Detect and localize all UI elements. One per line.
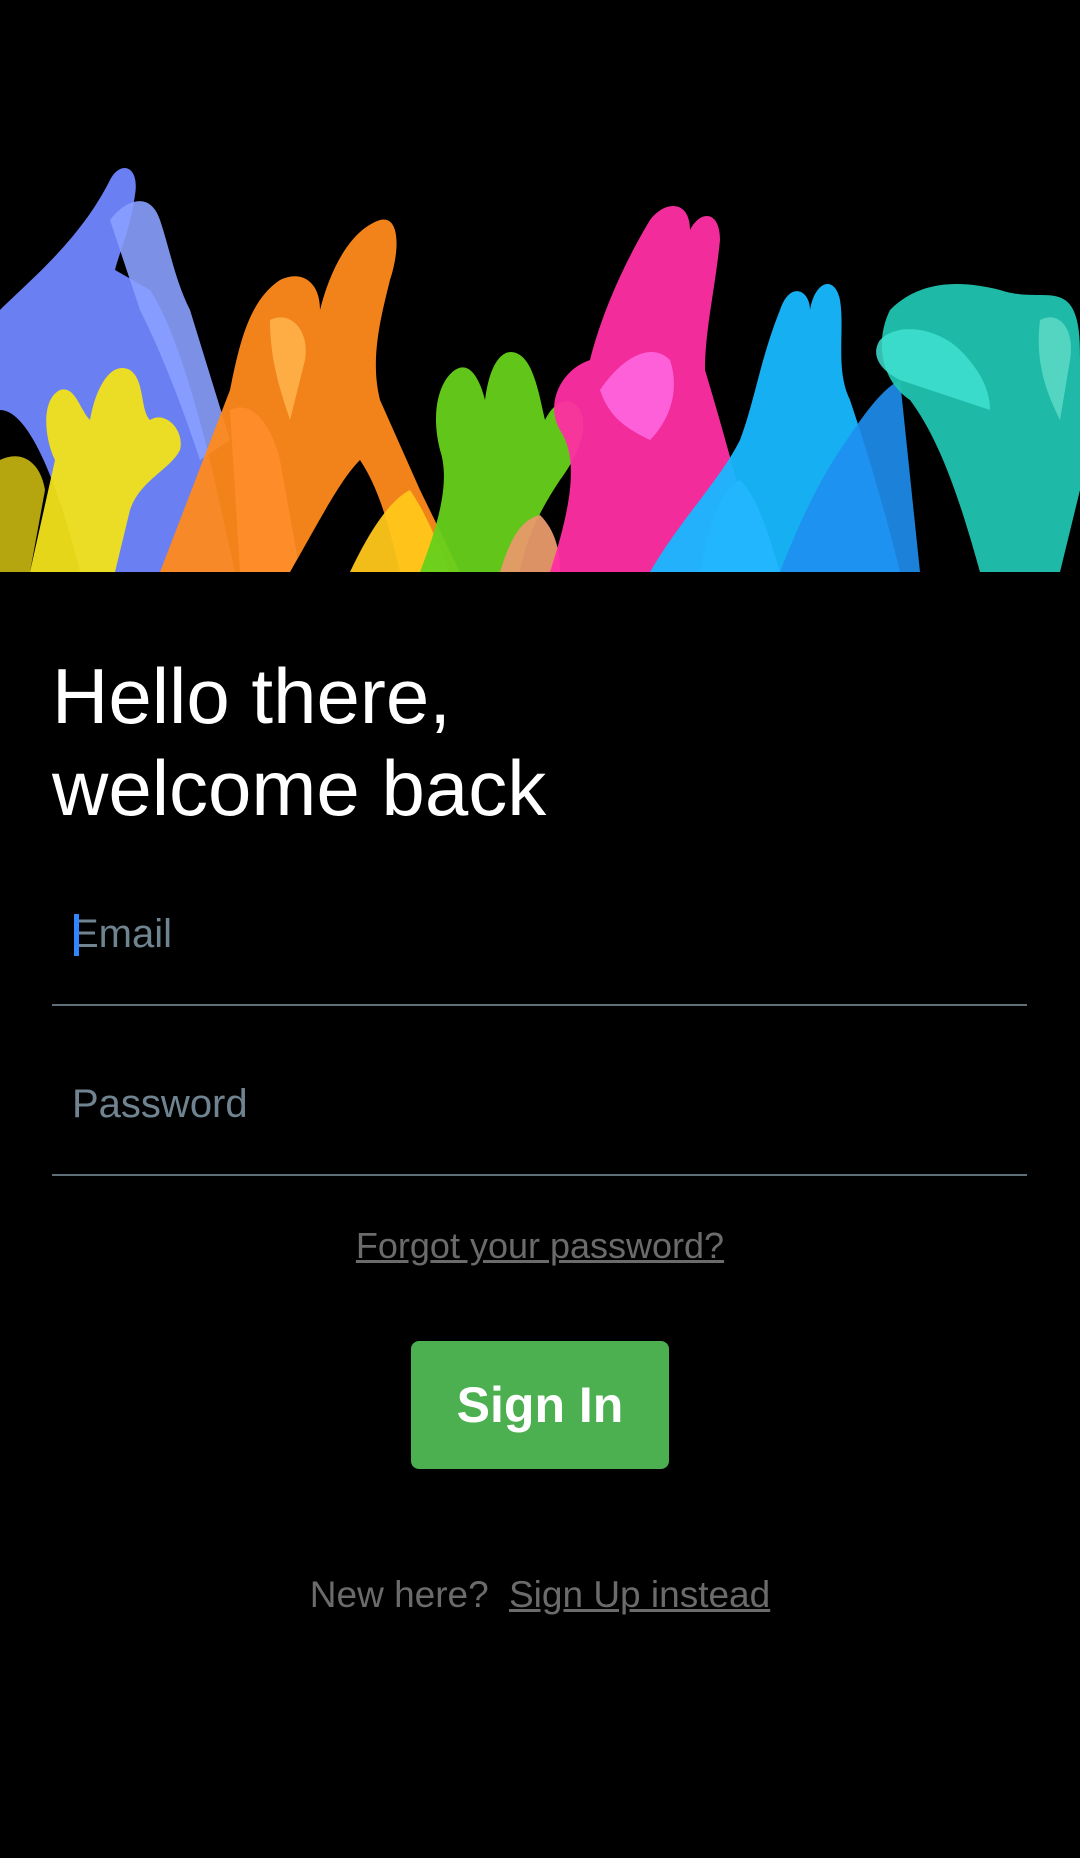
welcome-heading-line2: welcome back [52, 744, 547, 832]
password-field-container [52, 1054, 1027, 1176]
password-input[interactable] [72, 1054, 1002, 1154]
email-input[interactable] [72, 884, 1002, 984]
hands-illustration-image [0, 168, 1080, 572]
signup-prompt: New here? [309, 1574, 489, 1615]
sign-in-button[interactable]: Sign In [411, 1341, 669, 1469]
sign-up-link[interactable]: Sign Up instead [509, 1574, 770, 1615]
email-field-container [52, 884, 1027, 1006]
welcome-heading-line1: Hello there, [52, 652, 451, 740]
hero-hands-illustration [0, 160, 1080, 572]
forgot-password-row: Forgot your password? [0, 1225, 1080, 1267]
welcome-heading: Hello there, welcome back [52, 650, 546, 834]
text-cursor [74, 914, 79, 956]
forgot-password-link[interactable]: Forgot your password? [356, 1225, 724, 1266]
signup-row: New here? Sign Up instead [0, 1574, 1080, 1616]
